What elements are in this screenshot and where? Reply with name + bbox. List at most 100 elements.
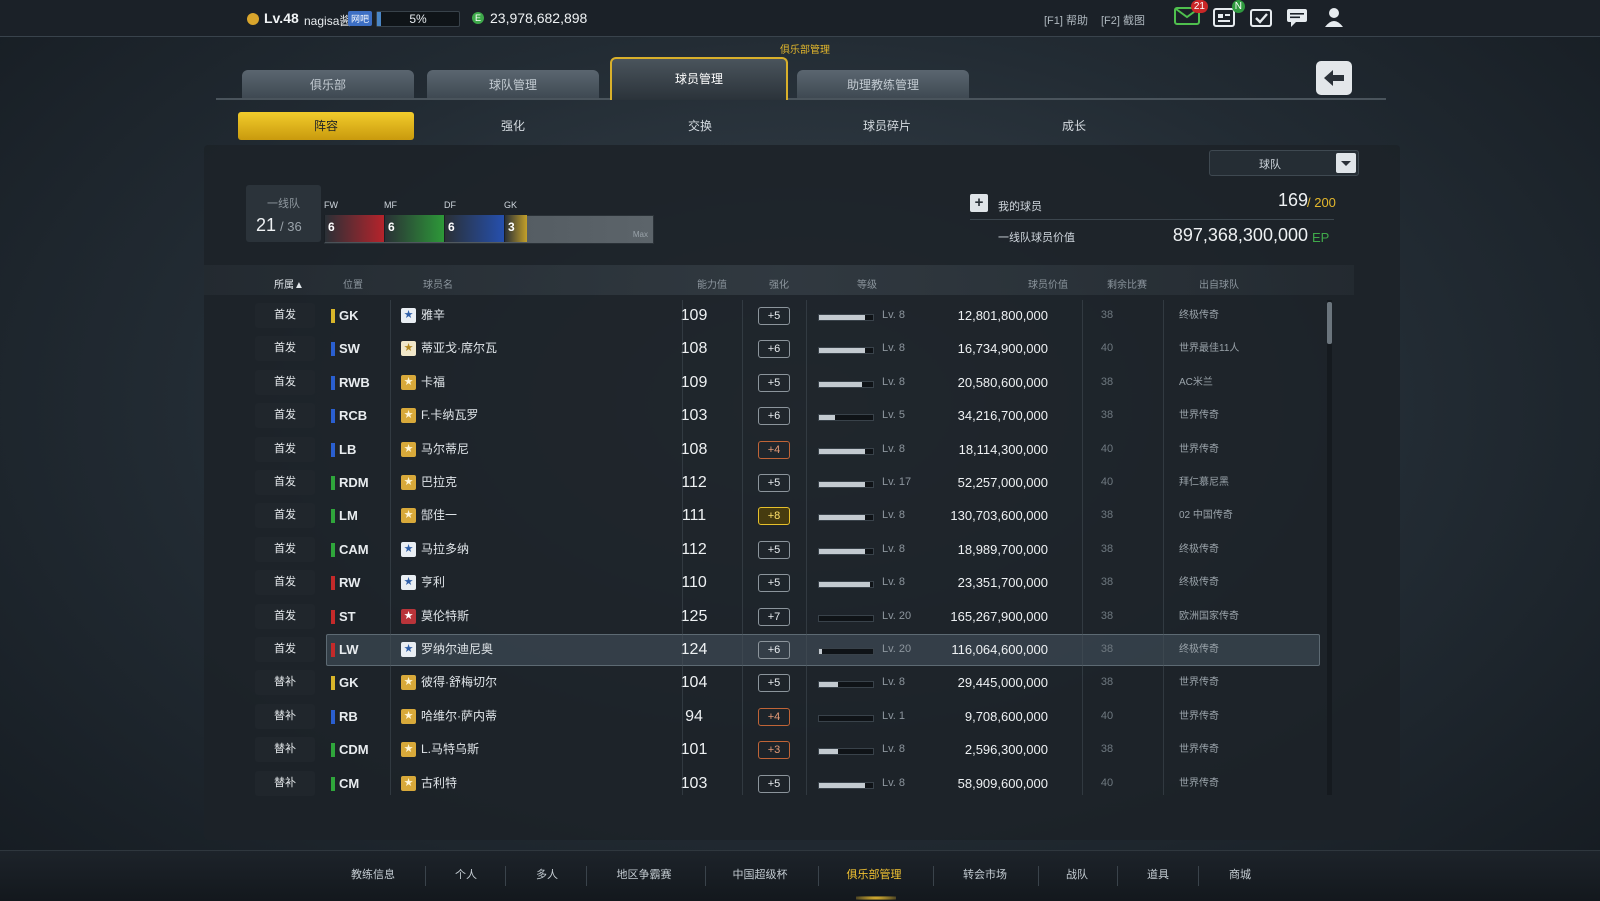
player-name[interactable]: 蒂亚戈·席尔瓦 [421, 333, 497, 364]
table-row[interactable]: 首发 GK ★ 雅辛 109 +5 Lv. 8 12,801,800,000 38 终极传奇 [250, 300, 1320, 331]
table-row[interactable]: 替补 CM ★ 古利特 103 +5 Lv. 8 58,909,600,000 40 世界传奇 [250, 768, 1320, 799]
table-row[interactable]: 首发 RW ★ 亨利 110 +5 Lv. 8 23,351,700,000 38 终极传奇 [250, 567, 1320, 598]
col-role[interactable]: 所属▲ [274, 276, 304, 291]
player-name[interactable]: 莫伦特斯 [421, 601, 469, 632]
role-button[interactable]: 替补 [255, 737, 315, 763]
position-color-bar [331, 643, 335, 657]
col-origin-team[interactable]: 出自球队 [1199, 276, 1239, 291]
table-row[interactable]: 首发 RCB ★ F.卡纳瓦罗 103 +6 Lv. 5 34,216,700,000 38 世界… [250, 400, 1320, 431]
player-name[interactable]: 雅辛 [421, 300, 445, 331]
checkin-icon[interactable] [1248, 6, 1274, 30]
role-button[interactable]: 首发 [255, 570, 315, 596]
table-row[interactable]: 替补 CDM ★ L.马特乌斯 101 +3 Lv. 8 2,596,300,000 38 世界传… [250, 734, 1320, 765]
player-ovr: 109 [680, 307, 708, 324]
table-row[interactable]: 首发 RDM ★ 巴拉克 112 +5 Lv. 17 52,257,000,000 40 拜仁慕尼… [250, 467, 1320, 498]
table-row[interactable]: 首发 LB ★ 马尔蒂尼 108 +4 Lv. 8 18,114,300,000 40 世界传奇 [250, 434, 1320, 465]
mail-icon[interactable]: 21 [1174, 0, 1208, 30]
games-remaining: 38 [1100, 643, 1114, 655]
role-button[interactable]: 首发 [255, 536, 315, 562]
profile-icon[interactable] [1321, 6, 1347, 30]
player-name[interactable]: 彼得·舒梅切尔 [421, 667, 497, 698]
tab-assistant-coach[interactable]: 助理教练管理 [797, 70, 969, 98]
filter-selected: 球队 [1259, 159, 1281, 171]
player-card-icon: ★ [401, 775, 416, 791]
scrollbar-thumb[interactable] [1327, 302, 1332, 344]
role-button[interactable]: 替补 [255, 770, 315, 796]
player-name[interactable]: 马尔蒂尼 [421, 434, 469, 465]
player-card-icon: ★ [401, 374, 416, 390]
tab-club[interactable]: 俱乐部 [242, 70, 414, 98]
role-button[interactable]: 首发 [255, 303, 315, 328]
help-link[interactable]: [F1] 帮助 [1044, 12, 1088, 28]
tab-player-management[interactable]: 球员管理 [610, 57, 788, 100]
player-card-icon: ★ [401, 608, 416, 624]
position-label: ST [339, 608, 356, 624]
subtab-player-fragments[interactable]: 球员碎片 [799, 112, 975, 140]
subtab-exchange[interactable]: 交换 [612, 112, 788, 140]
nav-item[interactable]: 转会市场 [935, 850, 1035, 900]
level-progress-fill [819, 348, 865, 354]
player-name[interactable]: 亨利 [421, 567, 445, 598]
origin-team: 拜仁慕尼黑 [1179, 477, 1229, 488]
table-row[interactable]: 首发 LM ★ 郜佳一 111 +8 Lv. 8 130,703,600,000 38 02 中国… [250, 500, 1320, 531]
username: nagisa酱 [304, 14, 352, 28]
news-icon[interactable]: N [1211, 0, 1245, 30]
nav-item[interactable]: 俱乐部管理 [824, 850, 924, 900]
player-name[interactable]: 卡福 [421, 367, 445, 398]
player-name[interactable]: 马拉多纳 [421, 534, 469, 565]
add-player-icon[interactable]: + [970, 194, 988, 212]
nav-separator [1198, 866, 1199, 886]
table-row[interactable]: 首发 ST ★ 莫伦特斯 125 +7 Lv. 20 165,267,900,000 38 欧洲国… [250, 601, 1320, 632]
origin-team: AC米兰 [1179, 376, 1213, 388]
role-button[interactable]: 替补 [255, 670, 315, 696]
col-games-left[interactable]: 剩余比赛 [1107, 276, 1147, 291]
table-row[interactable]: 替补 GK ★ 彼得·舒梅切尔 104 +5 Lv. 8 29,445,000,000 38 世界… [250, 667, 1320, 698]
col-player-name[interactable]: 球员名 [423, 276, 453, 291]
back-button[interactable] [1316, 61, 1352, 95]
role-button[interactable]: 首发 [255, 436, 315, 462]
nav-item[interactable]: 多人 [497, 850, 597, 900]
role-button[interactable]: 替补 [255, 703, 315, 729]
table-row[interactable]: 首发 LW ★ 罗纳尔迪尼奥 124 +6 Lv. 20 116,064,600,000 38 终… [250, 634, 1320, 666]
player-name[interactable]: 古利特 [421, 768, 457, 799]
screenshot-link[interactable]: [F2] 截图 [1101, 12, 1145, 28]
role-button[interactable]: 首发 [255, 503, 315, 529]
subtab-enhance[interactable]: 强化 [425, 112, 601, 140]
col-position[interactable]: 位置 [343, 276, 363, 291]
nav-item[interactable]: 教练信息 [323, 850, 423, 900]
chat-icon[interactable] [1284, 6, 1310, 30]
role-button[interactable]: 首发 [255, 603, 315, 629]
nav-item[interactable]: 中国超级杯 [710, 850, 810, 900]
player-name[interactable]: 哈维尔·萨内蒂 [421, 701, 497, 732]
player-name[interactable]: L.马特乌斯 [421, 734, 479, 765]
table-row[interactable]: 替补 RB ★ 哈维尔·萨内蒂 94 +4 Lv. 1 9,708,600,000 40 世界传奇 [250, 701, 1320, 732]
player-ovr: 103 [680, 407, 708, 425]
nav-item[interactable]: 地区争霸赛 [594, 850, 694, 900]
role-button[interactable]: 首发 [255, 470, 315, 495]
scrollbar-track[interactable] [1327, 300, 1332, 795]
tab-team-management[interactable]: 球队管理 [427, 70, 599, 98]
col-ovr[interactable]: 能力值 [697, 276, 727, 291]
col-level[interactable]: 等级 [857, 276, 877, 291]
squad-seg-count: 3 [508, 220, 515, 234]
role-button[interactable]: 首发 [255, 637, 315, 662]
origin-team: 02 中国传奇 [1179, 510, 1233, 522]
team-filter-dropdown[interactable]: 球队 [1209, 150, 1359, 176]
subtab-lineup[interactable]: 阵容 [238, 112, 414, 140]
player-name[interactable]: F.卡纳瓦罗 [421, 400, 478, 431]
player-name[interactable]: 巴拉克 [421, 467, 457, 498]
role-button[interactable]: 首发 [255, 403, 315, 429]
role-button[interactable]: 首发 [255, 369, 315, 395]
enhance-badge: +5 [758, 474, 790, 492]
nav-item[interactable]: 商城 [1190, 850, 1290, 900]
col-value[interactable]: 球员价值 [1028, 276, 1068, 291]
table-row[interactable]: 首发 RWB ★ 卡福 109 +5 Lv. 8 20,580,600,000 38 AC米兰 [250, 367, 1320, 398]
player-name[interactable]: 罗纳尔迪尼奥 [421, 634, 493, 665]
level-progress-fill [819, 749, 838, 755]
role-button[interactable]: 首发 [255, 336, 315, 362]
table-row[interactable]: 首发 CAM ★ 马拉多纳 112 +5 Lv. 8 18,989,700,000 38 终极传奇 [250, 534, 1320, 565]
player-name[interactable]: 郜佳一 [421, 500, 457, 531]
table-row[interactable]: 首发 SW ★ 蒂亚戈·席尔瓦 108 +6 Lv. 8 16,734,900,000 40 世界… [250, 333, 1320, 364]
col-enhance[interactable]: 强化 [769, 276, 789, 291]
subtab-growth[interactable]: 成长 [986, 112, 1162, 140]
